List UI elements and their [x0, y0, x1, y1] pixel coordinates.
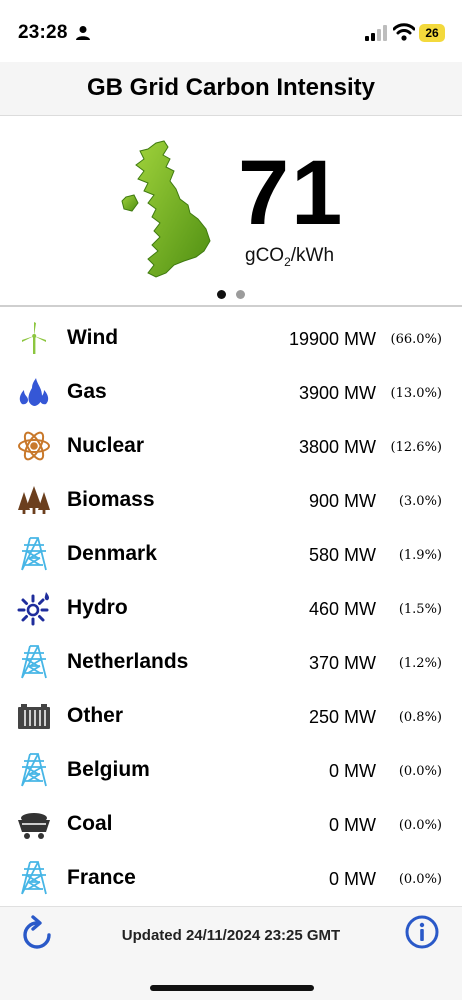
atom-icon	[16, 428, 52, 464]
source-percentage: (0.0%)	[398, 764, 442, 779]
page-indicator[interactable]	[217, 290, 247, 300]
source-name: Coal	[67, 812, 113, 835]
source-name: Netherlands	[67, 650, 189, 673]
source-megawatts: 0 MW	[329, 815, 376, 835]
page-title: GB Grid Carbon Intensity	[86, 74, 376, 101]
pylon-icon	[16, 752, 52, 788]
source-percentage: (12.6%)	[390, 440, 442, 455]
source-row-hydro[interactable]: Hydro 460 MW (1.5%)	[0, 582, 462, 636]
footer-bar: Updated 24/11/2024 23:25 GMT	[0, 906, 462, 1000]
source-name: Nuclear	[67, 434, 145, 457]
source-percentage: (66.0%)	[390, 332, 442, 347]
app-header: GB Grid Carbon Intensity	[0, 62, 462, 116]
pylon-icon	[16, 536, 52, 572]
source-row-gas[interactable]: Gas 3900 MW (13.0%)	[0, 366, 462, 420]
source-megawatts: 250 MW	[308, 707, 376, 727]
intensity-panel[interactable]: 71 gCO2/kWh	[0, 117, 462, 307]
source-megawatts: 580 MW	[308, 545, 376, 565]
source-megawatts: 3900 MW	[298, 383, 376, 403]
wind-turbine-icon	[16, 320, 52, 356]
signal-icon	[365, 25, 387, 41]
carbon-intensity-value: 71	[238, 142, 345, 244]
battery-bank-icon	[16, 698, 52, 734]
source-percentage: (0.0%)	[398, 872, 442, 887]
source-percentage: (3.0%)	[398, 494, 442, 509]
coal-cart-icon	[16, 806, 52, 842]
battery-icon: 26	[419, 24, 445, 42]
source-percentage: (1.5%)	[398, 602, 442, 617]
source-row-netherlands[interactable]: Netherlands 370 MW (1.2%)	[0, 636, 462, 690]
source-row-denmark[interactable]: Denmark 580 MW (1.9%)	[0, 528, 462, 582]
source-megawatts: 3800 MW	[298, 437, 376, 457]
source-percentage: (1.2%)	[398, 656, 442, 671]
status-bar: 23:28 26	[0, 0, 462, 62]
trees-icon	[16, 482, 52, 518]
source-row-belgium[interactable]: Belgium 0 MW (0.0%)	[0, 744, 462, 798]
source-name: Biomass	[67, 488, 155, 511]
source-name: Belgium	[67, 758, 150, 781]
page-dot-active[interactable]	[217, 290, 226, 299]
status-time: 23:28	[18, 22, 68, 43]
source-row-biomass[interactable]: Biomass 900 MW (3.0%)	[0, 474, 462, 528]
source-megawatts: 19900 MW	[288, 329, 376, 349]
source-name: France	[67, 866, 136, 889]
gb-map-icon	[121, 140, 211, 278]
page-dot[interactable]	[236, 290, 245, 299]
gas-flame-icon	[16, 374, 52, 410]
source-name: Denmark	[67, 542, 157, 565]
source-name: Hydro	[67, 596, 128, 619]
source-percentage: (0.0%)	[398, 818, 442, 833]
hydro-turbine-icon	[16, 590, 52, 626]
source-row-coal[interactable]: Coal 0 MW (0.0%)	[0, 798, 462, 852]
source-name: Other	[67, 704, 124, 727]
generation-source-list[interactable]: Wind 19900 MW (66.0%) Gas 3900 MW (13.0%) Nucl…	[0, 312, 462, 906]
source-megawatts: 370 MW	[308, 653, 376, 673]
pylon-icon	[16, 644, 52, 680]
carbon-intensity-unit: gCO2/kWh	[245, 245, 335, 269]
home-indicator	[150, 985, 314, 991]
last-updated-text: Updated 24/11/2024 23:25 GMT	[121, 927, 341, 944]
info-icon[interactable]	[405, 915, 439, 949]
source-percentage: (13.0%)	[390, 386, 442, 401]
wifi-icon	[393, 23, 415, 41]
source-percentage: (0.8%)	[398, 710, 442, 725]
source-megawatts: 0 MW	[329, 869, 376, 889]
pylon-icon	[16, 860, 52, 896]
source-row-other[interactable]: Other 250 MW (0.8%)	[0, 690, 462, 744]
source-megawatts: 460 MW	[308, 599, 376, 619]
source-row-wind[interactable]: Wind 19900 MW (66.0%)	[0, 312, 462, 366]
source-row-france[interactable]: France 0 MW (0.0%)	[0, 852, 462, 906]
source-name: Wind	[67, 326, 119, 349]
source-percentage: (1.9%)	[398, 548, 442, 563]
source-megawatts: 0 MW	[329, 761, 376, 781]
person-icon	[76, 26, 90, 40]
source-name: Gas	[67, 380, 107, 403]
source-megawatts: 900 MW	[308, 491, 376, 511]
source-row-nuclear[interactable]: Nuclear 3800 MW (12.6%)	[0, 420, 462, 474]
